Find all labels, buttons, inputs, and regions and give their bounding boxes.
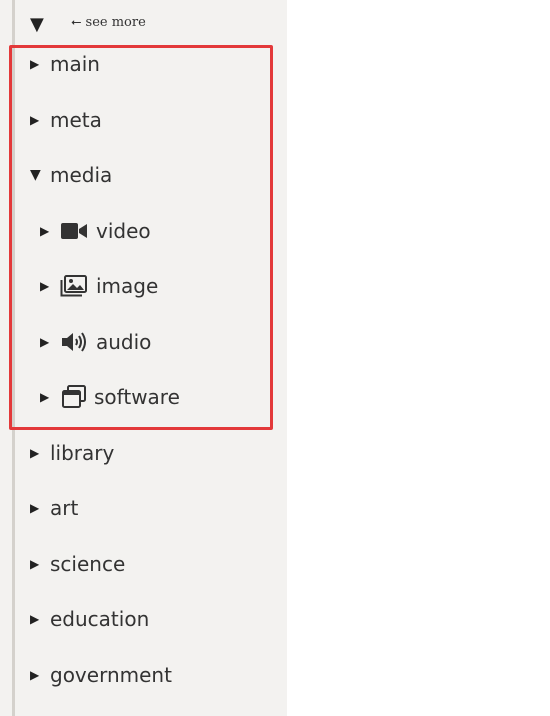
expand-arrow-icon[interactable]: ▶: [30, 668, 50, 682]
tree-item-label: science: [50, 552, 126, 576]
expand-arrow-icon[interactable]: ▶: [40, 224, 60, 238]
tree-item-label: audio: [96, 330, 152, 354]
see-more-link[interactable]: ⭠ see more: [71, 14, 146, 32]
tree-item-video[interactable]: ▶ video: [40, 216, 151, 246]
tree-item-government[interactable]: ▶ government: [30, 660, 172, 690]
tree-item-label: image: [96, 274, 159, 298]
expand-arrow-icon[interactable]: ▶: [40, 390, 60, 404]
tree-item-label: media: [50, 163, 113, 187]
tree-item-main[interactable]: ▶ main: [30, 49, 100, 79]
tree-item-label: video: [96, 219, 151, 243]
tree-item-label: art: [50, 496, 79, 520]
expand-arrow-icon[interactable]: ▶: [30, 57, 50, 71]
speaker-icon: [60, 330, 88, 354]
category-tree-panel: ▼ ⭠ see more ▶ main ▶ meta ▼ media ▶ vid…: [0, 0, 287, 716]
tree-item-education[interactable]: ▶ education: [30, 604, 149, 634]
expand-arrow-icon[interactable]: ▶: [30, 446, 50, 460]
expand-arrow-icon[interactable]: ▶: [30, 501, 50, 515]
tree-item-software[interactable]: ▶ software: [40, 382, 180, 412]
tree-item-label: main: [50, 52, 100, 76]
expand-arrow-icon[interactable]: ▶: [30, 557, 50, 571]
tree-item-media[interactable]: ▼ media: [30, 160, 112, 190]
tree-item-audio[interactable]: ▶ audio: [40, 327, 151, 357]
tree-item-science[interactable]: ▶ science: [30, 549, 125, 579]
tree-item-label: government: [50, 663, 172, 687]
expand-arrow-icon[interactable]: ▶: [40, 279, 60, 293]
tree-item-art[interactable]: ▶ art: [30, 493, 78, 523]
image-icon: [60, 274, 88, 298]
collapse-arrow-icon[interactable]: ▼: [30, 167, 50, 183]
tree-item-meta[interactable]: ▶ meta: [30, 105, 102, 135]
tree-item-label: meta: [50, 108, 102, 132]
tree-item-image[interactable]: ▶ image: [40, 271, 158, 301]
video-camera-icon: [60, 219, 88, 243]
expand-arrow-icon[interactable]: ▶: [30, 113, 50, 127]
tree-guide-line: [12, 0, 15, 716]
window-icon: [60, 385, 88, 409]
collapse-toggle-icon[interactable]: ▼: [30, 12, 44, 38]
expand-arrow-icon[interactable]: ▶: [40, 335, 60, 349]
tree-item-label: library: [50, 441, 115, 465]
tree-item-label: software: [94, 385, 180, 409]
expand-arrow-icon[interactable]: ▶: [30, 612, 50, 626]
tree-item-label: education: [50, 607, 150, 631]
tree-item-library[interactable]: ▶ library: [30, 438, 114, 468]
